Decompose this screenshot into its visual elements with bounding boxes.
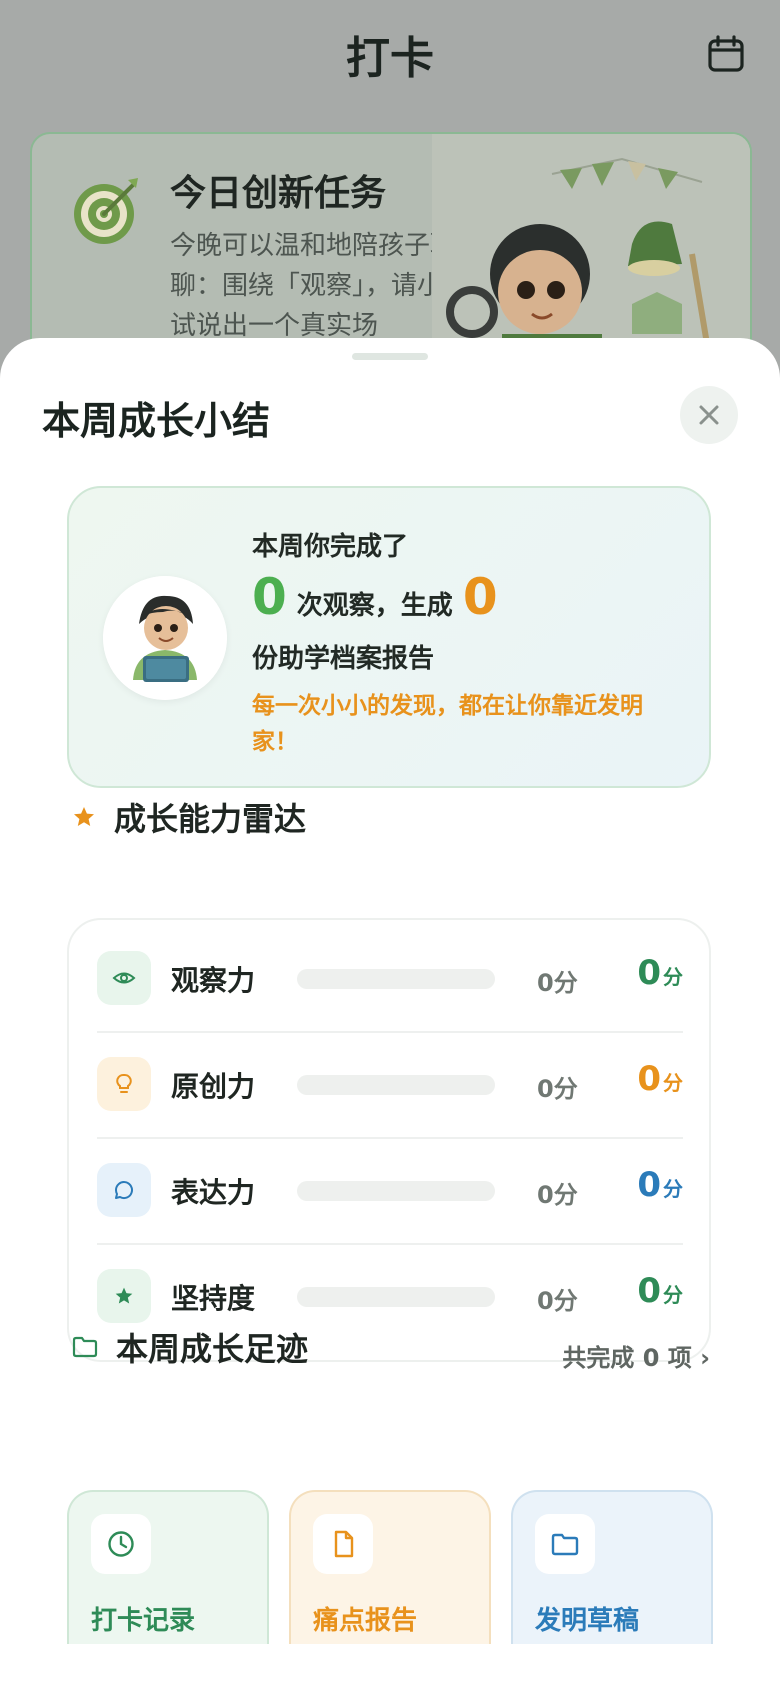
eye-icon [97,951,151,1005]
ability-progress-bar [297,969,495,989]
ability-score-text: 0分 [537,1287,578,1315]
tile-invention-drafts[interactable]: 发明草稿 [511,1490,713,1670]
sheet-drag-handle[interactable] [352,353,428,360]
ability-score-unit: 分 [663,1283,683,1307]
radar-section-header: 成长能力雷达 [72,794,306,840]
document-icon [313,1514,373,1574]
tile-checkin-records[interactable]: 打卡记录 [67,1490,269,1670]
ability-score-unit: 分 [663,965,683,989]
ability-progress-bar [297,1287,495,1307]
calendar-icon[interactable] [706,34,746,74]
tile-label: 痛点报告 [313,1606,418,1636]
tile-pain-point-report[interactable]: 痛点报告 [289,1490,491,1670]
summary-intro: 本周你完成了 [252,532,409,562]
footprint-total-link[interactable]: 共完成 0 项 › [562,1338,710,1373]
page-title: 打卡 [346,33,434,84]
radar-section-title: 成长能力雷达 [114,800,307,838]
tile-label: 发明草稿 [535,1606,640,1636]
ability-score-value: 0分 [637,953,683,993]
summary-mid-text: 次观察，生成 [296,591,453,621]
observation-count: 0 [252,568,287,626]
ability-score-number: 0 [637,1059,661,1099]
ability-score-text: 0分 [537,969,578,997]
ability-label: 坚持度 [171,1282,256,1315]
target-icon [74,178,138,244]
folder-icon [72,1336,98,1358]
ability-score-value: 0分 [637,1271,683,1311]
task-title: 今日创新任务 [170,173,387,214]
report-count: 0 [462,568,498,626]
folder-icon [535,1514,595,1574]
boy-with-magnifier-illustration [432,134,750,364]
ability-progress-bar [297,1181,495,1201]
sheet-title: 本周成长小结 [42,399,271,443]
ability-row-originality: 原创力 0分 0分 [97,1031,683,1139]
ability-progress-bar [297,1075,495,1095]
ability-score-number: 0 [637,1271,661,1311]
ability-score-unit: 分 [663,1071,683,1095]
summary-report-text: 份助学档案报告 [252,644,435,674]
encouragement-text: 每一次小小的发现，都在让你靠近发明家！ [252,693,643,755]
close-icon [699,405,719,425]
weekly-summary-card: 本周你完成了 0 次观察，生成 0 份助学档案报告 每一次小小的发现，都在让你靠… [67,486,711,788]
ability-row-expression: 表达力 0分 0分 [97,1137,683,1245]
ability-score-number: 0 [637,953,661,993]
ability-score-number: 0 [637,1165,661,1205]
clock-icon [91,1514,151,1574]
ability-score-text: 0分 [537,1075,578,1103]
footprint-section-title: 本周成长足迹 [116,1330,309,1368]
background-header: 打卡 [0,0,780,110]
ability-label: 原创力 [171,1070,256,1103]
ability-score-text: 0分 [537,1181,578,1209]
summary-counts: 0 次观察，生成 0 [252,568,498,626]
tile-label: 打卡记录 [91,1606,196,1636]
ability-label: 表达力 [171,1176,256,1209]
ability-score-unit: 分 [663,1177,683,1201]
ability-radar-card: 观察力 0分 0分 原创力 0分 0分 表达力 0分 0 分 坚持度 0分 0 … [67,918,711,1362]
daily-task-card[interactable]: 今日创新任务 今晚可以温和地陪孩子聊聊：围绕「观察」，请小测试说出一个真实场 [30,132,752,366]
ability-label: 观察力 [171,964,256,997]
chat-bubble-icon [97,1163,151,1217]
weekly-summary-sheet: 本周成长小结 本周你完成了 0 次观察，生成 0 份助学档案报告 每一次小小的发… [0,338,780,1688]
star-icon [74,807,94,826]
lightbulb-icon [97,1057,151,1111]
ability-score-value: 0分 [637,1165,683,1205]
ability-score-value: 0分 [637,1059,683,1099]
task-description: 今晚可以温和地陪孩子聊聊：围绕「观察」，请小测试说出一个真实场 [170,231,470,341]
close-button[interactable] [680,386,738,444]
bottom-safe-area [0,1644,780,1688]
star-icon [97,1269,151,1323]
footprint-section-header: 本周成长足迹 [72,1324,308,1370]
avatar [103,576,227,700]
ability-row-observation: 观察力 0分 0分 [97,925,683,1033]
